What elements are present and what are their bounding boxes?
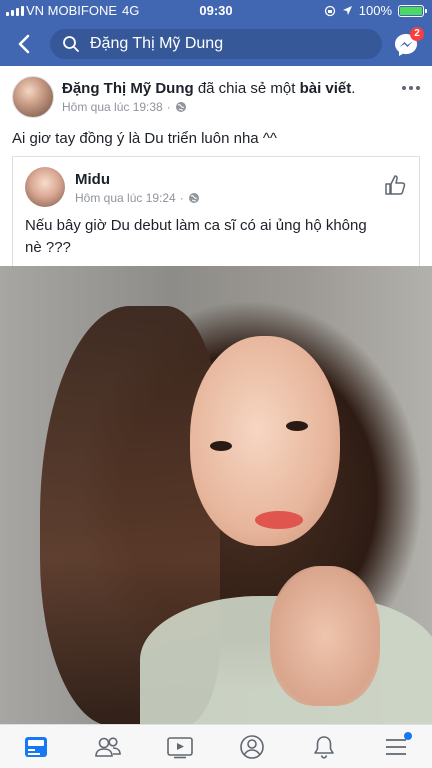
rotation-lock-icon: [324, 5, 335, 16]
tab-profile[interactable]: [234, 732, 270, 762]
shared-author-name[interactable]: Midu: [75, 171, 110, 188]
author-name[interactable]: Đặng Thị Mỹ Dung: [62, 80, 194, 97]
tab-watch[interactable]: [162, 732, 198, 762]
messenger-badge: 2: [410, 27, 424, 41]
shared-post-photo[interactable]: [0, 266, 432, 724]
shared-post-time[interactable]: Hôm qua lúc 19:24: [75, 191, 176, 205]
battery-icon: [398, 4, 427, 17]
search-input[interactable]: [90, 35, 370, 53]
shared-post-card[interactable]: Midu Hôm qua lúc 19:24 · Nếu bây giờ Du …: [12, 156, 420, 269]
shared-post-text: Nếu bây giờ Du debut làm ca sĩ có ai ủng…: [25, 217, 367, 256]
tab-news-feed[interactable]: [18, 732, 54, 762]
tab-notifications[interactable]: [306, 732, 342, 762]
bottom-tab-bar: [0, 724, 432, 768]
back-arrow-icon[interactable]: [12, 31, 38, 57]
friends-icon: [95, 736, 121, 757]
notifications-icon: [314, 735, 334, 759]
post-meta: Hôm qua lúc 19:38 ·: [62, 100, 187, 114]
shared-post-link[interactable]: bài viết: [300, 80, 352, 97]
globe-icon: [188, 193, 199, 203]
status-bar: VN MOBIFONE 4G 09:30 100%: [0, 0, 432, 22]
profile-icon: [240, 734, 264, 759]
post-header-line: Đặng Thị Mỹ Dung đã chia sẻ một bài viết…: [62, 80, 356, 97]
shared-post-meta: Hôm qua lúc 19:24 ·: [75, 191, 200, 205]
search-icon: [63, 36, 79, 52]
globe-icon: [175, 102, 186, 112]
top-bar: VN MOBIFONE 4G 09:30 100% Đặng Thị Mỹ Du…: [0, 0, 432, 66]
status-right: 100%: [324, 3, 427, 18]
author-avatar[interactable]: [12, 76, 54, 118]
share-action-text: đã chia sẻ một: [197, 80, 296, 97]
tab-friends[interactable]: [90, 732, 126, 762]
tab-menu[interactable]: [378, 731, 414, 762]
search-bar[interactable]: [50, 29, 382, 59]
post-time[interactable]: Hôm qua lúc 19:38: [62, 100, 163, 114]
shared-author-avatar[interactable]: [25, 167, 65, 207]
location-icon: [342, 6, 352, 15]
app-root: VN MOBIFONE 4G 09:30 100% Đặng Thị Mỹ Du…: [0, 0, 432, 768]
messenger-button[interactable]: 2: [392, 27, 424, 59]
watch-icon: [167, 736, 193, 758]
news-feed-icon: [25, 736, 47, 757]
post-text: Ai giơ tay đồng ý là Du triển luôn nha ^…: [12, 130, 277, 147]
battery-percent: 100%: [358, 3, 392, 18]
more-options-icon[interactable]: [402, 86, 420, 92]
menu-notification-dot: [404, 731, 412, 740]
like-icon[interactable]: [383, 173, 407, 197]
